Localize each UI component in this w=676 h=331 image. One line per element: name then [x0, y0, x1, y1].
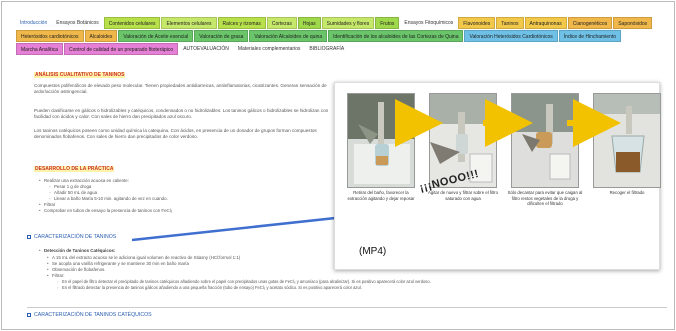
expand-square-icon	[27, 312, 31, 317]
tab-item[interactable]: Valoración de Aceite esencial	[118, 30, 194, 42]
section-caracterizacion-cateq[interactable]: CARACTERIZACIÓN DE TANINOS CATÉQUICOS	[27, 312, 152, 318]
tab-item[interactable]: Valoración Alcaloides de quina	[249, 30, 328, 42]
step-item: Llevar a baño María 5-10 min. agitando d…	[49, 196, 168, 202]
step-arrows	[395, 99, 621, 147]
tab-item[interactable]: Identificación de los alcaloides de las …	[328, 30, 464, 42]
section-caracterizacion-taninos[interactable]: CARACTERIZACIÓN DE TANINOS	[27, 234, 116, 240]
tab-item[interactable]: Raíces y rizomas	[217, 17, 266, 29]
page-frame: Introducción Ensayos Botánicos Contenidos …	[1, 1, 675, 330]
heading-analisis: ANÁLISIS CUALITATIVO DE TANINOS	[34, 72, 126, 78]
tab-item[interactable]: Valoración de grasa	[194, 30, 249, 42]
video-overlay-panel[interactable]: ¡¡¡NOOO!!! Retirar del baño, favorecer l…	[334, 82, 661, 270]
tab-item[interactable]: BIBLIOGRAFÍA	[305, 43, 348, 55]
tab-item[interactable]: Flavonoides	[458, 17, 496, 29]
tab-item[interactable]: AUTOEVALUACIÓN	[179, 43, 233, 55]
section-label: CARACTERIZACIÓN DE TANINOS CATÉQUICOS	[34, 312, 152, 318]
tab-item[interactable]: Alcaloides	[84, 30, 118, 42]
tab-item[interactable]: Antraquinonas	[524, 17, 567, 29]
tab-item[interactable]: Índice de Hinchamiento	[558, 30, 622, 42]
detect-title: Detección de Taninos Catéquicos:	[39, 248, 115, 254]
tab-item[interactable]: Sumidades y flores	[321, 17, 375, 29]
tab-item[interactable]: Cortezas	[266, 17, 297, 29]
media-label[interactable]: (MP4)	[359, 246, 386, 257]
divider	[27, 307, 667, 308]
paragraph-1: Compuestos polifenólicos de elevado peso…	[34, 83, 327, 95]
caption-step-4: Recoger el filtrado	[609, 190, 645, 195]
tab-item[interactable]: Saponósidos	[613, 17, 653, 29]
tab-item[interactable]: Control de calidad de un preparado fitot…	[63, 43, 179, 55]
tab-item[interactable]: Marcha Analítica	[16, 43, 63, 55]
tab-item[interactable]: Heterósidos cardiotónicos	[16, 30, 84, 42]
tab-item[interactable]: Valoración Heterósidos Cardiotónicos	[464, 30, 558, 42]
tab-item[interactable]: Contenidos celulares	[103, 17, 161, 29]
heading-desarrollo: DESARROLLO DE LA PRÁCTICA	[34, 166, 115, 172]
tab-item[interactable]: Ensayos Botánicos	[52, 17, 103, 29]
tab-item[interactable]: Introducción	[16, 17, 51, 29]
tab-item[interactable]: Hojas	[297, 17, 321, 29]
step-item: Comprobar en tubos de ensayo la presenci…	[39, 208, 172, 214]
caption-step-1: Retirar del baño, favorecer la extracció…	[347, 190, 415, 201]
section-label: CARACTERIZACIÓN DE TANINOS	[34, 234, 117, 240]
detect-subitem: En el filtrado detectar la presencia de …	[57, 285, 362, 291]
caption-step-3: Sólo decantar para evitar que caigan al …	[507, 190, 583, 207]
tab-strip: Introducción Ensayos Botánicos Contenidos …	[16, 17, 666, 55]
paragraph-3: Los taninos catéquicos poseen como unida…	[34, 128, 317, 140]
tab-item[interactable]: Materiales complementarios	[234, 43, 305, 55]
expand-square-icon	[27, 234, 31, 239]
tab-item[interactable]: Ensayos Fitoquímicos	[400, 17, 457, 29]
caption-step-2: Agitar de nuevo y filtrar sobre el filtr…	[428, 190, 498, 201]
tab-item[interactable]: Taninos	[496, 17, 524, 29]
tab-item[interactable]: Frutos	[375, 17, 400, 29]
tab-item[interactable]: Cianogenéticos	[567, 17, 613, 29]
paragraph-2: Pueden clasificarse en gálicos o hidroli…	[34, 108, 329, 120]
tab-item[interactable]: Elementos celulares	[161, 17, 217, 29]
